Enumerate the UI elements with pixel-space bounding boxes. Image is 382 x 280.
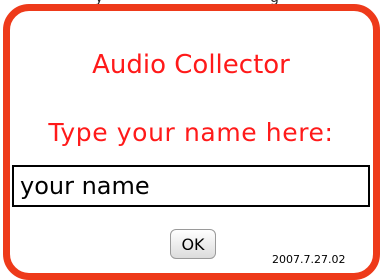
ok-button[interactable]: OK <box>170 229 216 259</box>
dialog-title: Audio Collector <box>92 50 290 80</box>
name-input[interactable] <box>12 165 370 207</box>
version-label: 2007.7.27.02 <box>272 253 346 266</box>
name-prompt: Type your name here: <box>48 118 334 147</box>
